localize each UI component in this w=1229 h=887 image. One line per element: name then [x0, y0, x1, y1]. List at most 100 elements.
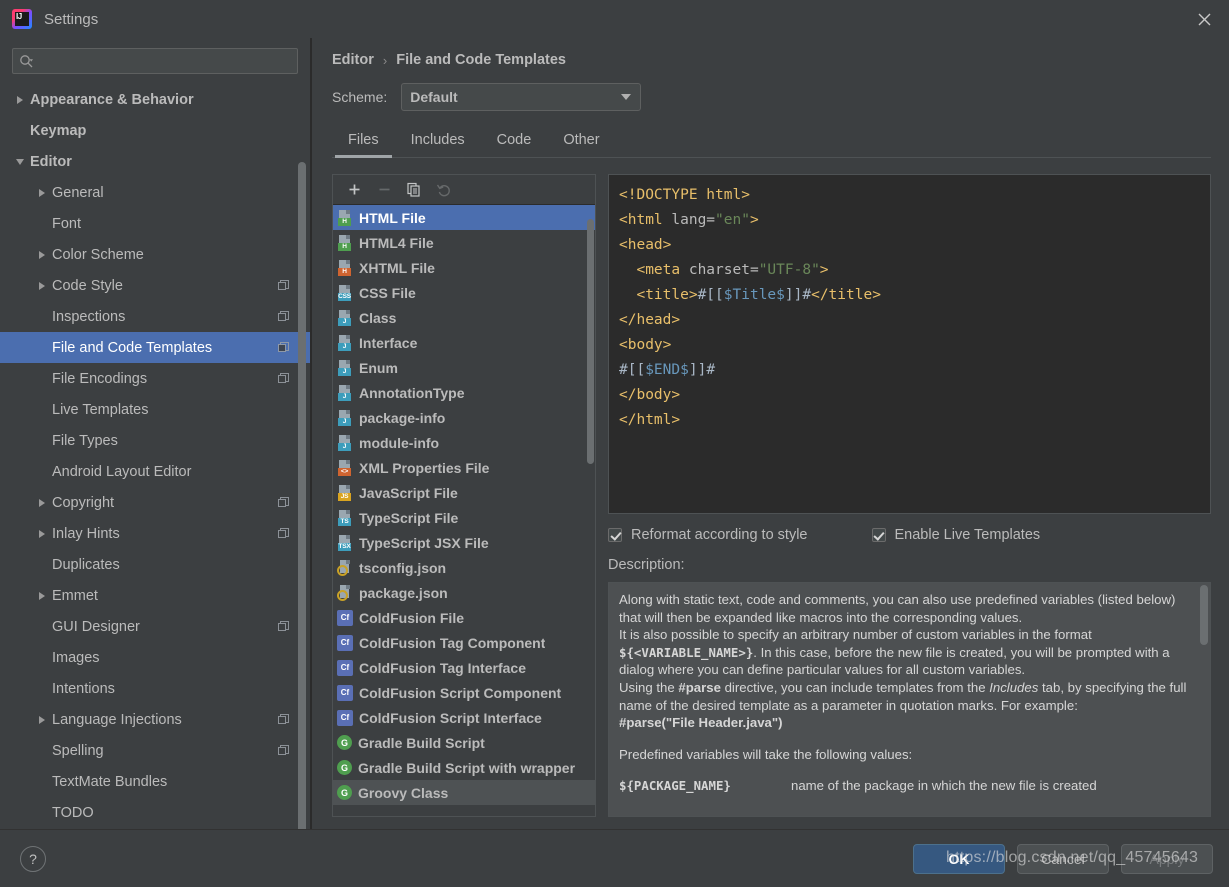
code-line: <title>#[[$Title$]]#</title> [619, 283, 1200, 308]
template-list-item[interactable]: TS TypeScript File [333, 505, 595, 530]
sidebar-item-keymap[interactable]: Keymap [0, 115, 310, 146]
template-list-item[interactable]: J Interface [333, 330, 595, 355]
code-token: <head> [619, 237, 672, 253]
code-line: </html> [619, 408, 1200, 433]
html4-file-icon: H [337, 234, 353, 251]
sidebar-item-inspections[interactable]: Inspections [0, 301, 310, 332]
apply-button[interactable]: Apply [1121, 843, 1213, 874]
template-file-list[interactable]: H HTML File H HTML4 File H XHTML File CSS CSS F… [333, 205, 595, 816]
sidebar-item-copyright[interactable]: Copyright [0, 487, 310, 518]
sidebar-item-file-encodings[interactable]: File Encodings [0, 363, 310, 394]
template-list-item[interactable]: J Class [333, 305, 595, 330]
template-list-item[interactable]: Cf ColdFusion Tag Component [333, 630, 595, 655]
description-scrollbar-thumb[interactable] [1200, 585, 1208, 645]
sidebar-item-file-types[interactable]: File Types [0, 425, 310, 456]
scheme-dropdown[interactable]: Default [401, 83, 642, 111]
search-box[interactable] [12, 48, 298, 74]
groovy-file-icon: G [337, 785, 352, 800]
chevron-right-icon[interactable] [12, 92, 28, 108]
template-list-item[interactable]: H HTML File [333, 205, 595, 230]
tab-includes[interactable]: Includes [395, 126, 481, 157]
template-list-item-label: TypeScript File [359, 509, 459, 526]
chevron-right-icon[interactable] [34, 712, 50, 728]
chevron-right-icon[interactable] [34, 495, 50, 511]
sidebar-scrollbar-thumb[interactable] [298, 162, 306, 829]
sidebar-item-emmet[interactable]: Emmet [0, 580, 310, 611]
checkbox-enable-live-templates[interactable]: Enable Live Templates [871, 527, 1040, 543]
chevron-right-icon[interactable] [34, 185, 50, 201]
project-scope-icon [278, 310, 290, 323]
template-list-item[interactable]: JS JavaScript File [333, 480, 595, 505]
sidebar-item-editor[interactable]: Editor [0, 146, 310, 177]
template-list-item[interactable]: <> XML Properties File [333, 455, 595, 480]
sidebar-item-inlay-hints[interactable]: Inlay Hints [0, 518, 310, 549]
remove-template-button[interactable] [371, 178, 397, 202]
template-list-item[interactable]: CSS CSS File [333, 280, 595, 305]
sidebar-item-appearance-behavior[interactable]: Appearance & Behavior [0, 84, 310, 115]
code-token: $END$ [645, 362, 689, 378]
template-list-item[interactable]: package.json [333, 580, 595, 605]
template-list-item[interactable]: G Gradle Build Script [333, 730, 595, 755]
ok-button[interactable]: OK [913, 843, 1005, 874]
sidebar-item-label: General [52, 184, 104, 201]
sidebar-item-code-style[interactable]: Code Style [0, 270, 310, 301]
checkbox-box[interactable] [608, 528, 622, 542]
template-list-item[interactable]: TSX TypeScript JSX File [333, 530, 595, 555]
typescript-jsx-icon: TSX [337, 534, 353, 551]
template-list-item[interactable]: Cf ColdFusion File [333, 605, 595, 630]
template-list-item[interactable]: Jpackage-info [333, 405, 595, 430]
search-input[interactable] [34, 53, 291, 69]
tab-files[interactable]: Files [332, 126, 395, 158]
sidebar-item-language-injections[interactable]: Language Injections [0, 704, 310, 735]
description-paragraph-2: It is also possible to specify an arbitr… [619, 626, 1198, 679]
tab-other[interactable]: Other [547, 126, 615, 157]
tab-code[interactable]: Code [481, 126, 548, 157]
sidebar-item-duplicates[interactable]: Duplicates [0, 549, 310, 580]
add-template-button[interactable] [341, 178, 367, 202]
template-list-item[interactable]: J Enum [333, 355, 595, 380]
close-button[interactable] [1179, 0, 1229, 38]
template-list-item[interactable]: J AnnotationType [333, 380, 595, 405]
sidebar-item-file-and-code-templates[interactable]: File and Code Templates [0, 332, 310, 363]
template-list-item[interactable]: Cf ColdFusion Tag Interface [333, 655, 595, 680]
template-list-item[interactable]: Jmodule-info [333, 430, 595, 455]
chevron-down-icon[interactable] [12, 154, 28, 170]
reset-template-button[interactable] [431, 178, 457, 202]
template-list-item[interactable]: G Gradle Build Script with wrapper [333, 755, 595, 780]
copy-template-button[interactable] [401, 178, 427, 202]
template-list-item[interactable]: G Groovy Class [333, 780, 595, 805]
checkbox-reformat-according-to-style[interactable]: Reformat according to style [608, 527, 808, 543]
template-list-item[interactable]: H XHTML File [333, 255, 595, 280]
undo-arrow-icon [436, 184, 450, 196]
sidebar-item-todo[interactable]: TODO [0, 797, 310, 828]
template-list-item[interactable]: Cf ColdFusion Script Interface [333, 705, 595, 730]
template-list-item-label: package-info [359, 409, 446, 426]
breadcrumb-parent[interactable]: Editor [332, 52, 374, 68]
chevron-right-icon[interactable] [34, 588, 50, 604]
sidebar-item-general[interactable]: General [0, 177, 310, 208]
template-list-scrollbar-thumb[interactable] [587, 219, 594, 464]
sidebar-item-textmate-bundles[interactable]: TextMate Bundles [0, 766, 310, 797]
sidebar-item-spelling[interactable]: Spelling [0, 735, 310, 766]
sidebar-item-live-templates[interactable]: Live Templates [0, 394, 310, 425]
template-list-item[interactable]: H HTML4 File [333, 230, 595, 255]
sidebar-item-font[interactable]: Font [0, 208, 310, 239]
template-list-item-label: Class [359, 309, 397, 326]
template-list-item[interactable]: Cf ColdFusion Script Component [333, 680, 595, 705]
template-code-editor[interactable]: <!DOCTYPE html> <html lang="en"> <head> <m… [608, 174, 1211, 514]
settings-tree[interactable]: Appearance & Behavior Keymap Editor General… [0, 80, 310, 829]
sidebar-item-gui-designer[interactable]: GUI Designer [0, 611, 310, 642]
sidebar-item-android-layout-editor[interactable]: Android Layout Editor [0, 456, 310, 487]
chevron-right-icon[interactable] [34, 278, 50, 294]
checkbox-box[interactable] [871, 528, 886, 542]
chevron-right-icon[interactable] [34, 247, 50, 263]
sidebar-item-images[interactable]: Images [0, 642, 310, 673]
cancel-button[interactable]: Cancel [1017, 843, 1109, 874]
sidebar-item-intentions[interactable]: Intentions [0, 673, 310, 704]
template-list-item[interactable]: tsconfig.json [333, 555, 595, 580]
help-button[interactable]: ? [20, 845, 46, 872]
dialog-body: Appearance & Behavior Keymap Editor General… [0, 38, 1229, 829]
chevron-right-icon[interactable] [34, 526, 50, 542]
sidebar-item-color-scheme[interactable]: Color Scheme [0, 239, 310, 270]
code-line: <meta charset="UTF-8"> [619, 258, 1200, 283]
